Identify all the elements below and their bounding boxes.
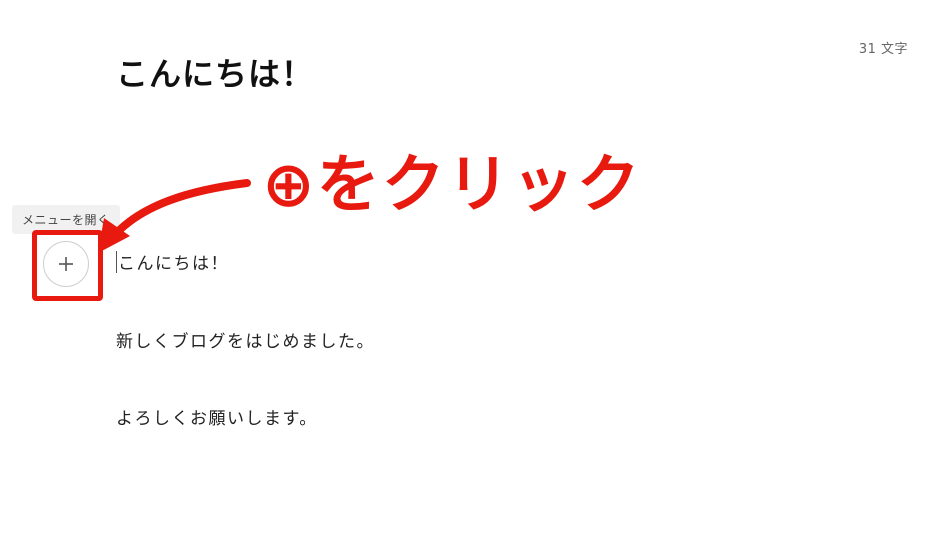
annotation-callout: ⊕をクリック: [262, 148, 642, 221]
annotation-arrow-icon: [98, 179, 251, 253]
